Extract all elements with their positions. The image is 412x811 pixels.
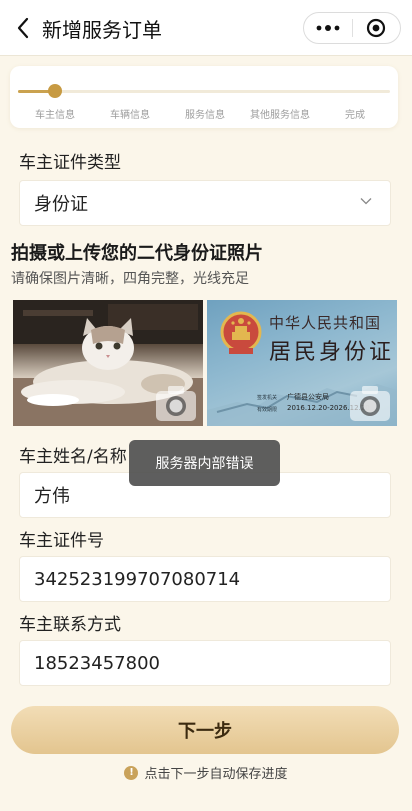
next-step-button[interactable]: 下一步 (11, 706, 399, 754)
step-vehicle-info: 车辆信息 (110, 110, 150, 121)
national-emblem-icon (220, 311, 262, 354)
id-type-value: 身份证 (34, 194, 88, 215)
id-card-validity-label: 有效期限 (257, 407, 278, 413)
id-number-value: 342523199707080714 (34, 568, 241, 590)
id-photo-back-upload[interactable]: 中华人民共和国 居民身份证 签发机关 广德县公安局 有效期限 2016.12.2… (207, 300, 397, 426)
owner-name-label: 车主姓名/名称 (19, 447, 127, 467)
info-icon: ! (124, 765, 139, 780)
steps-progress: 车主信息 车辆信息 服务信息 其他服务信息 完成 (10, 66, 398, 128)
id-card-authority-label: 签发机关 (257, 395, 278, 401)
error-toast: 服务器内部错误 (129, 440, 280, 486)
chevron-down-icon (360, 198, 372, 205)
camera-icon[interactable] (155, 384, 197, 422)
page-title: 新增服务订单 (42, 18, 162, 42)
upload-title: 拍摄或上传您的二代身份证照片 (11, 243, 263, 264)
id-card-title: 居民身份证 (269, 340, 395, 365)
progress-track (18, 90, 390, 93)
id-type-label: 车主证件类型 (19, 153, 121, 173)
close-button[interactable] (352, 13, 400, 43)
autosave-tip: ! 点击下一步自动保存进度 (0, 763, 412, 782)
contact-input[interactable]: 18523457800 (19, 640, 391, 686)
contact-value: 18523457800 (34, 652, 160, 674)
back-button[interactable] (8, 12, 38, 44)
more-dots-icon (316, 25, 340, 31)
mini-program-capsule (303, 12, 401, 44)
progress-indicator (48, 84, 63, 98)
camera-icon[interactable] (349, 384, 391, 422)
chevron-left-icon (17, 17, 29, 39)
id-number-label: 车主证件号 (19, 531, 104, 551)
step-service-info: 服务信息 (185, 110, 225, 121)
more-button[interactable] (304, 13, 352, 43)
id-type-select[interactable]: 身份证 (19, 180, 391, 226)
step-other-service-info: 其他服务信息 (250, 110, 310, 121)
target-circle-icon (367, 18, 386, 38)
navigation-bar: 新增服务订单 (0, 0, 412, 56)
contact-label: 车主联系方式 (19, 615, 121, 635)
id-card-country: 中华人民共和国 (269, 314, 382, 332)
id-card-authority: 广德县公安局 (287, 393, 329, 401)
id-photo-front-upload[interactable] (13, 300, 203, 426)
autosave-tip-text: 点击下一步自动保存进度 (144, 767, 288, 782)
step-owner-info: 车主信息 (35, 110, 75, 121)
upload-hint: 请确保图片清晰，四角完整，光线充足 (11, 271, 249, 287)
owner-name-value: 方伟 (34, 486, 70, 507)
id-number-input[interactable]: 342523199707080714 (19, 556, 391, 602)
step-complete: 完成 (345, 110, 365, 121)
